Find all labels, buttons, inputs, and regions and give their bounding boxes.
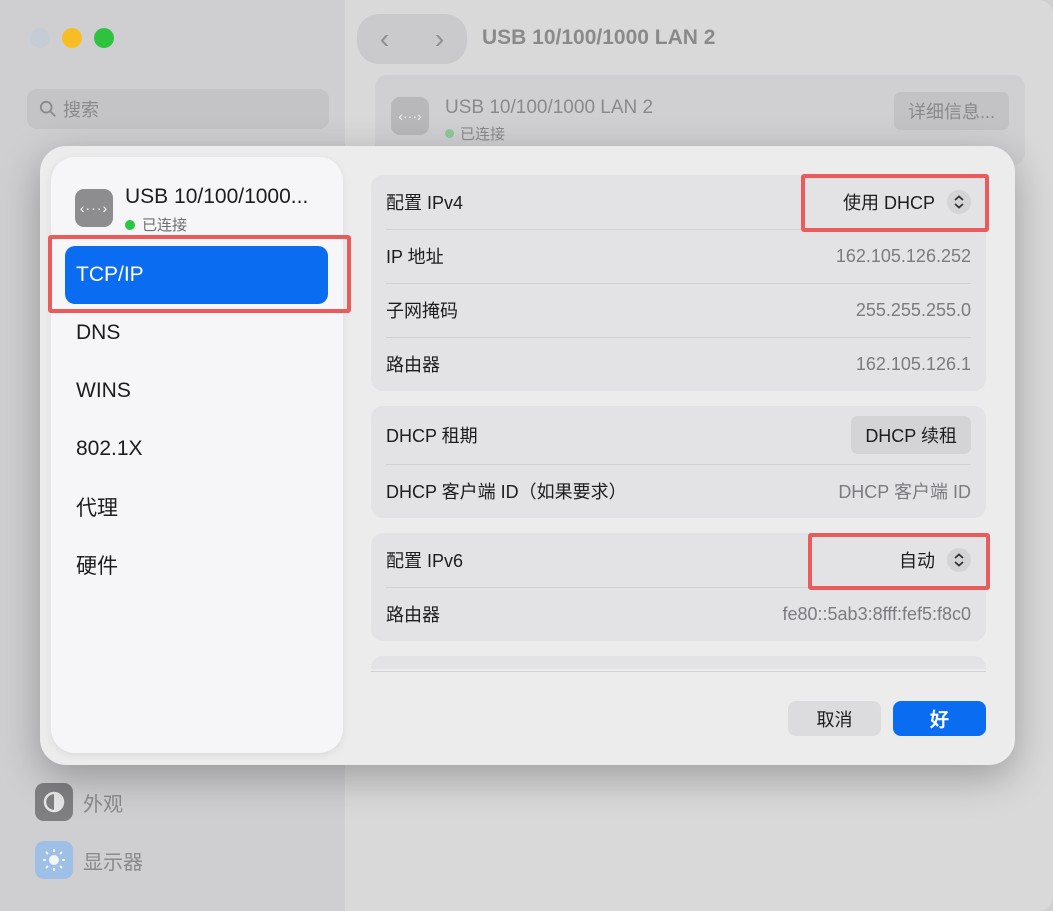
dhcp-lease-row: DHCP 租期 DHCP 续租 xyxy=(371,406,986,464)
configure-ipv6-label: 配置 IPv6 xyxy=(386,551,464,571)
subnet-mask-row: 子网掩码 255.255.255.0 xyxy=(371,283,986,337)
dhcp-client-id-field[interactable]: DHCP 客户端 ID xyxy=(838,478,971,504)
navigation-buttons: ‹ › xyxy=(357,14,467,64)
traffic-lights xyxy=(30,28,114,48)
status-dot-icon xyxy=(445,129,454,138)
dhcp-renew-button[interactable]: DHCP 续租 xyxy=(851,416,971,454)
sidebar-search-field[interactable]: 搜索 xyxy=(27,89,329,129)
nav-item-hardware[interactable]: 硬件 xyxy=(65,536,328,594)
close-window-icon[interactable] xyxy=(30,28,50,48)
search-icon xyxy=(39,100,56,117)
details-button[interactable]: 详细信息... xyxy=(893,92,1009,130)
router-row: 路由器 162.105.126.1 xyxy=(371,337,986,391)
appearance-icon xyxy=(35,783,73,821)
ipv6-router-value: fe80::5ab3:8fff:fef5:f8c0 xyxy=(782,603,972,624)
minimize-window-icon[interactable] xyxy=(62,28,82,48)
device-name: USB 10/100/1000 LAN 2 xyxy=(445,97,654,118)
status-dot-icon xyxy=(125,219,135,230)
highlight-box-ipv4 xyxy=(801,174,989,232)
ip-address-label: IP 地址 xyxy=(386,247,444,267)
sidebar-item-label: 外观 xyxy=(83,793,123,816)
highlight-box-tcpip xyxy=(48,235,351,313)
sidebar-item-display[interactable]: 显示器 xyxy=(35,841,143,879)
ok-button[interactable]: 好 xyxy=(893,701,986,736)
subnet-mask-label: 子网掩码 xyxy=(386,301,458,321)
cancel-button[interactable]: 取消 xyxy=(788,701,881,736)
network-details-dialog: ‹···› USB 10/100/1000... 已连接 TCP/IP DNS … xyxy=(40,146,1015,765)
nav-item-wins[interactable]: WINS xyxy=(65,362,328,420)
nav-item-8021x[interactable]: 802.1X xyxy=(65,420,328,478)
router-label: 路由器 xyxy=(386,355,440,375)
device-status: 已连接 xyxy=(445,123,505,144)
ip-address-value: 162.105.126.252 xyxy=(835,245,971,266)
display-icon xyxy=(35,841,73,879)
nav-item-proxy[interactable]: 代理 xyxy=(65,478,328,536)
search-placeholder: 搜索 xyxy=(63,100,99,120)
router-value: 162.105.126.1 xyxy=(855,353,971,374)
configure-ipv4-label: 配置 IPv4 xyxy=(386,193,464,213)
dialog-device-name: USB 10/100/1000... xyxy=(125,185,309,208)
network-device-icon: ‹···› xyxy=(391,97,429,135)
forward-icon[interactable]: › xyxy=(435,23,444,55)
dialog-device-status: 已连接 xyxy=(125,214,187,235)
tcpip-settings-panel: 配置 IPv4 使用 DHCP IP 地址 162.105.126.252 子网… xyxy=(371,175,986,669)
dhcp-client-id-label: DHCP 客户端 ID（如果要求） xyxy=(386,482,627,502)
network-device-icon: ‹···› xyxy=(75,189,113,227)
sidebar-item-label: 显示器 xyxy=(83,851,143,874)
highlight-box-ipv6 xyxy=(808,533,990,590)
ipv6-router-row: 路由器 fe80::5ab3:8fff:fef5:f8c0 xyxy=(371,587,986,641)
dhcp-lease-label: DHCP 租期 xyxy=(386,426,478,446)
sidebar-item-appearance[interactable]: 外观 xyxy=(35,783,123,821)
ip-address-row: IP 地址 162.105.126.252 xyxy=(371,229,986,283)
ipv6-router-label: 路由器 xyxy=(386,605,440,625)
ipv6-address-group-partial xyxy=(371,656,986,669)
footer-divider xyxy=(371,671,986,672)
dhcp-group: DHCP 租期 DHCP 续租 DHCP 客户端 ID（如果要求） DHCP 客… xyxy=(371,406,986,518)
maximize-window-icon[interactable] xyxy=(94,28,114,48)
subnet-mask-value: 255.255.255.0 xyxy=(855,299,971,320)
back-icon[interactable]: ‹ xyxy=(380,23,389,55)
dhcp-client-id-row: DHCP 客户端 ID（如果要求） DHCP 客户端 ID xyxy=(371,464,986,518)
window-title: USB 10/100/1000 LAN 2 xyxy=(482,26,716,49)
